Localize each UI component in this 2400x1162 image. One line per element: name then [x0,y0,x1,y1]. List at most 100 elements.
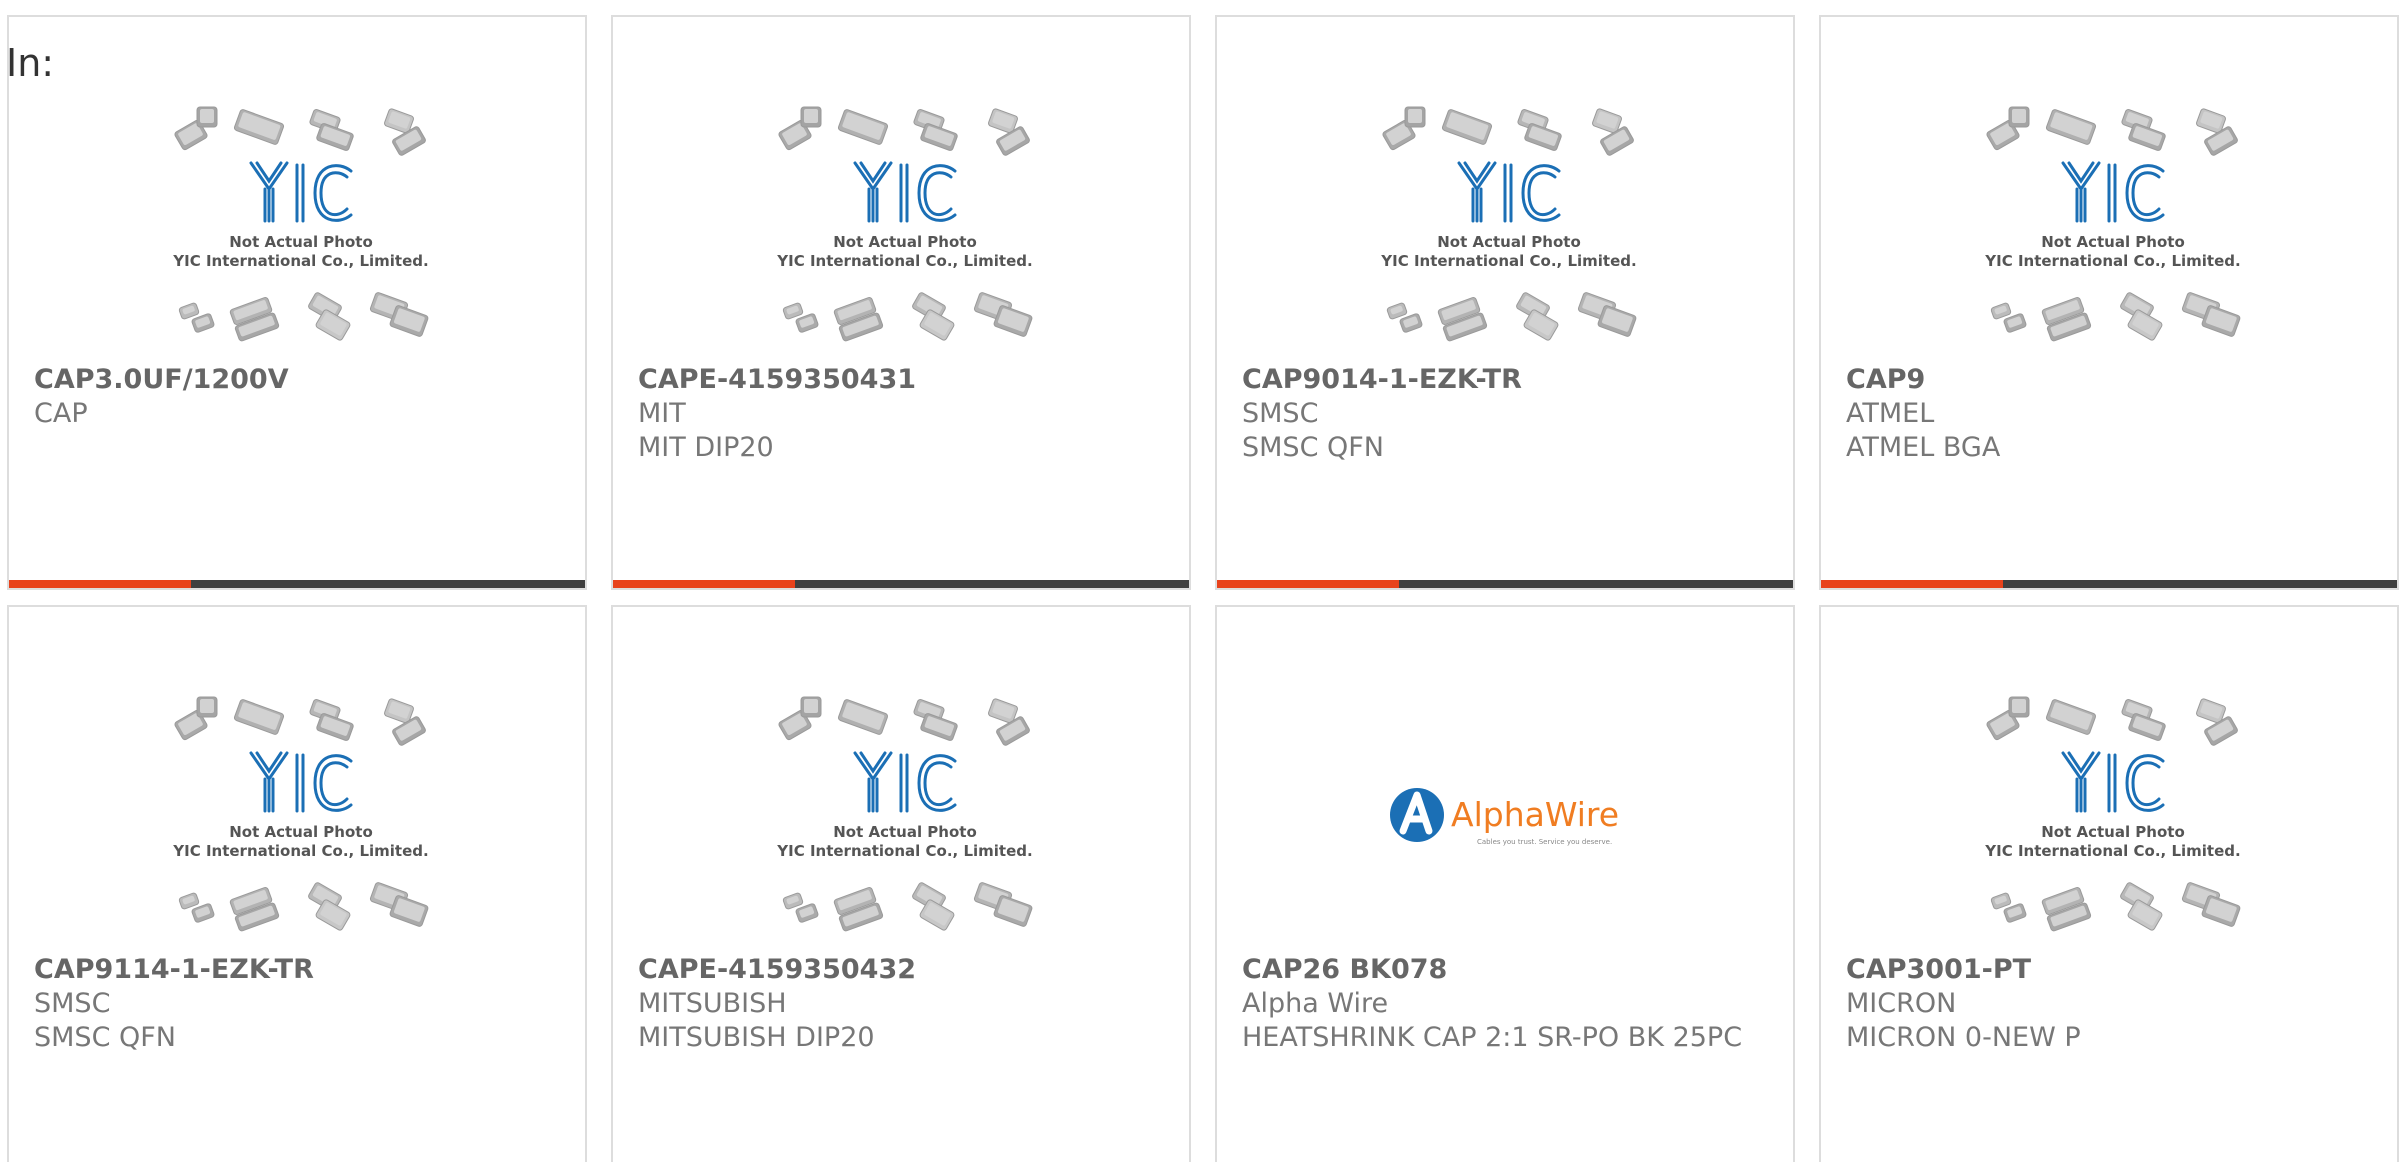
manufacturer-name: SMSC [1242,398,1319,429]
chip-package-icon [316,713,354,741]
part-number-link[interactable]: CAP9014-1-EZK-TR [1242,363,1772,397]
card-accent-bar [1821,580,2003,588]
chip-packages-placeholder-icon: Not Actual Photo YIC International Co., L… [1981,105,2245,345]
chip-package-icon [1386,302,1408,320]
chip-package-icon [2204,126,2238,156]
yic-logo-icon [853,751,957,813]
manufacturer-name: MIT [638,398,686,429]
yic-logo-icon [1457,161,1561,223]
chip-package-icon [993,895,1033,927]
yic-logo-icon [853,161,957,223]
chip-package-icon [1990,892,2012,910]
product-card[interactable]: Not Actual Photo YIC International Co., L… [1819,605,2399,1162]
chip-packages-placeholder-icon: Not Actual Photo YIC International Co., L… [1981,695,2245,935]
manufacturer-name: Alpha Wire [1242,988,1389,1019]
chip-package-icon [795,313,819,333]
chip-packages-placeholder-icon: Not Actual Photo YIC International Co., L… [169,695,433,935]
company-caption: YIC International Co., Limited. [172,252,428,270]
card-accent-bar [613,580,795,588]
yic-logo-icon [249,751,353,813]
card-bottom-bar [613,580,1189,588]
product-card[interactable]: Not Actual Photo YIC International Co., L… [611,15,1191,590]
alphawire-wordmark: AlphaWire [1451,795,1619,834]
alphawire-tagline: Cables you trust. Service you deserve. [1477,838,1612,846]
card-bottom-bar [9,580,585,588]
not-actual-photo-caption: Not Actual Photo [2041,823,2185,841]
chip-package-icon [2008,106,2030,128]
chip-package-icon [2045,109,2097,145]
chip-package-icon [2128,713,2166,741]
part-number-link[interactable]: CAPE-4159350432 [638,953,1168,987]
manufacturer-name: ATMEL [1846,398,1935,429]
product-description: MITSUBISH DIP20 [638,1022,875,1053]
chip-package-icon [2003,313,2027,333]
alphawire-logo-icon: AlphaWire Cables you trust. Service you … [1377,695,1641,935]
company-caption: YIC International Co., Limited. [1380,252,1636,270]
card-bottom-bar [1821,580,2397,588]
chip-package-icon [392,716,426,746]
not-actual-photo-caption: Not Actual Photo [229,233,373,251]
manufacturer-name: MICRON [1846,988,1957,1019]
chip-package-icon [1600,126,1634,156]
chip-package-icon [1990,302,2012,320]
chip-package-icon [389,895,429,927]
product-description: SMSC QFN [34,1022,176,1053]
chip-package-icon [389,305,429,337]
chip-package-icon [2128,123,2166,151]
chip-package-icon [837,109,889,145]
not-actual-photo-caption: Not Actual Photo [1437,233,1581,251]
company-caption: YIC International Co., Limited. [776,842,1032,860]
product-card[interactable]: Not Actual Photo YIC International Co., L… [7,605,587,1162]
chip-package-icon [920,713,958,741]
chip-package-icon [1404,106,1426,128]
not-actual-photo-caption: Not Actual Photo [2041,233,2185,251]
chip-package-icon [2204,716,2238,746]
chip-package-icon [2201,895,2241,927]
product-card[interactable]: Not Actual Photo YIC International Co., L… [1819,15,2399,590]
chip-package-icon [191,313,215,333]
product-description: MICRON 0-NEW P [1846,1022,2081,1053]
chip-package-icon [191,903,215,923]
chip-package-icon [996,716,1030,746]
chip-package-icon [1441,109,1493,145]
chip-package-icon [1597,305,1637,337]
product-card[interactable]: AlphaWire Cables you trust. Service you … [1215,605,1795,1162]
part-number-link[interactable]: CAP9114-1-EZK-TR [34,953,564,987]
chip-packages-placeholder-icon: Not Actual Photo YIC International Co., L… [773,105,1037,345]
manufacturer-name: SMSC [34,988,111,1019]
company-caption: YIC International Co., Limited. [172,842,428,860]
product-description: HEATSHRINK CAP 2:1 SR-PO BK 25PC [1242,1022,1743,1053]
part-number-link[interactable]: CAP3001-PT [1846,953,2376,987]
chip-package-icon [800,106,822,128]
yic-logo-icon [2061,161,2165,223]
chip-package-icon [2045,699,2097,735]
part-number-link[interactable]: CAP26 BK078 [1242,953,1772,987]
chip-package-icon [196,106,218,128]
part-number-link[interactable]: CAPE-4159350431 [638,363,1168,397]
chip-package-icon [1399,313,1423,333]
company-caption: YIC International Co., Limited. [1984,252,2240,270]
chip-package-icon [233,699,285,735]
product-card[interactable]: Not Actual Photo YIC International Co., L… [7,15,587,590]
chip-package-icon [1524,123,1562,151]
chip-package-icon [782,892,804,910]
product-description: ATMEL BGA [1846,432,2001,463]
company-caption: YIC International Co., Limited. [776,252,1032,270]
not-actual-photo-caption: Not Actual Photo [833,823,977,841]
product-grid-page: In: Not Actual Photo YIC International Co… [0,0,2400,1162]
card-accent-bar [1217,580,1399,588]
not-actual-photo-caption: Not Actual Photo [833,233,977,251]
chip-package-icon [178,302,200,320]
chip-package-icon [233,109,285,145]
part-number-link[interactable]: CAP9 [1846,363,2376,397]
chip-package-icon [2003,903,2027,923]
chip-package-icon [2201,305,2241,337]
chip-packages-placeholder-icon: Not Actual Photo YIC International Co., L… [773,695,1037,935]
chip-packages-placeholder-icon: Not Actual Photo YIC International Co., L… [1377,105,1641,345]
chip-package-icon [178,892,200,910]
product-card[interactable]: Not Actual Photo YIC International Co., L… [1215,15,1795,590]
chip-package-icon [392,126,426,156]
part-number-link[interactable]: CAP3.0UF/1200V [34,363,564,397]
product-card[interactable]: Not Actual Photo YIC International Co., L… [611,605,1191,1162]
chip-package-icon [996,126,1030,156]
